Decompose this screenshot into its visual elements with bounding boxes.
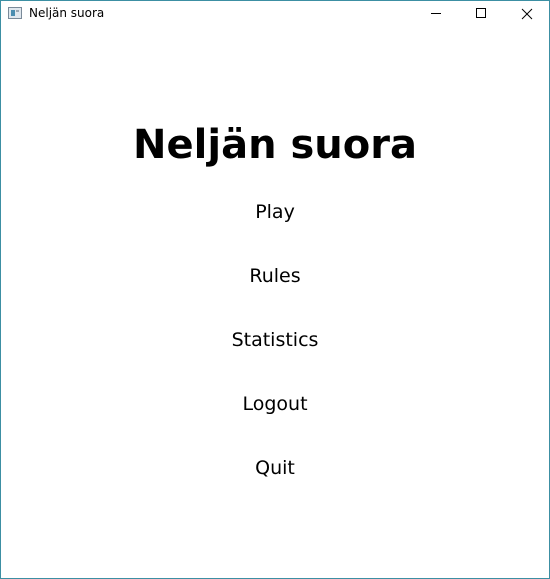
- title-bar[interactable]: Neljän suora: [1, 1, 549, 27]
- close-icon: [521, 8, 533, 20]
- minimize-icon: [431, 13, 441, 14]
- quit-button[interactable]: Quit: [175, 451, 375, 485]
- minimize-button[interactable]: [413, 1, 459, 27]
- window-title: Neljän suora: [29, 6, 105, 20]
- game-title: Neljän suora: [133, 122, 417, 168]
- play-button[interactable]: Play: [175, 195, 375, 229]
- rules-button[interactable]: Rules: [175, 259, 375, 293]
- statistics-button[interactable]: Statistics: [175, 323, 375, 357]
- close-button[interactable]: [505, 1, 549, 27]
- maximize-icon: [476, 8, 486, 18]
- maximize-button[interactable]: [459, 1, 505, 27]
- app-window-icon: [8, 7, 22, 19]
- logout-button[interactable]: Logout: [175, 387, 375, 421]
- app-window: Neljän suora Neljän suora Play Rules Sta…: [0, 0, 550, 579]
